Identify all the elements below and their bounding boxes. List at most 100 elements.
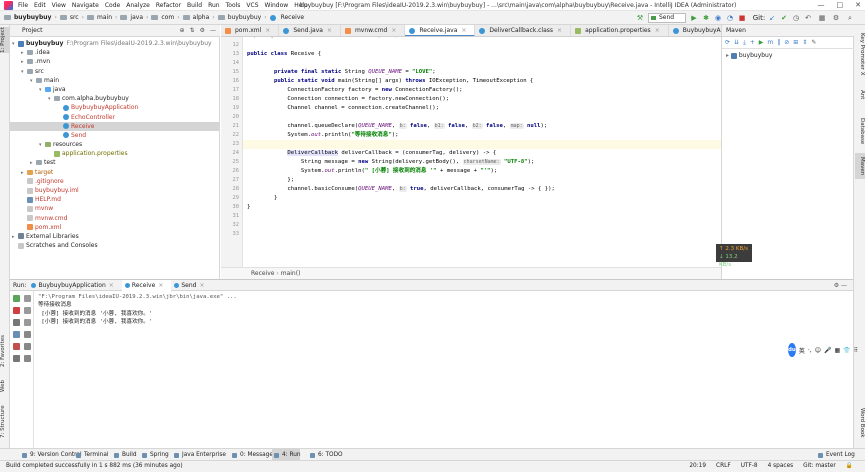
ime-menu-icon[interactable]: ⠿	[854, 347, 858, 354]
close-tab-icon[interactable]: ×	[158, 282, 163, 289]
ime-punct[interactable]: ·,	[808, 347, 812, 354]
emoji-icon[interactable]: ☺	[815, 347, 821, 354]
camera-icon[interactable]	[13, 319, 20, 326]
git-branch[interactable]: Git: master	[803, 461, 836, 472]
maximize-icon[interactable]: □	[837, 1, 844, 9]
breadcrumb-item[interactable]: java	[130, 14, 143, 21]
tree-node[interactable]: application.properties	[10, 149, 220, 158]
skip-tests-icon[interactable]: ⊘	[784, 39, 789, 46]
close-tab-icon[interactable]: ×	[327, 27, 332, 34]
menu-edit[interactable]: Edit	[34, 2, 46, 9]
editor-tab[interactable]: mvnw.cmd ×	[341, 25, 406, 36]
run-panel-gear-icon[interactable]: ⚙ —	[834, 280, 847, 291]
print-icon[interactable]	[24, 343, 31, 350]
close-tab-icon[interactable]: ×	[109, 282, 114, 289]
close-tab-icon[interactable]: ×	[557, 27, 562, 34]
settings-icon[interactable]: ⚙	[832, 14, 840, 22]
skin-icon[interactable]: 👕	[843, 347, 850, 354]
status-message[interactable]: Build completed successfully in 1 s 882 …	[6, 461, 183, 472]
restore-layout-icon[interactable]	[13, 331, 20, 338]
close-tab-icon[interactable]: ×	[391, 27, 396, 34]
tree-node[interactable]: EchoController	[10, 113, 220, 122]
menu-window[interactable]: Window	[265, 2, 289, 9]
run-icon[interactable]: ▶	[759, 39, 764, 46]
debug-icon[interactable]: ✱	[702, 14, 710, 22]
tab-structure[interactable]: 7: Structure	[0, 403, 10, 441]
soft-wrap-icon[interactable]	[24, 319, 31, 326]
tree-node[interactable]: Scratches and Consoles	[10, 241, 220, 250]
menu-file[interactable]: File	[18, 2, 28, 9]
project-structure-icon[interactable]: ▦	[818, 14, 826, 22]
tree-node[interactable]: ▸ .idea	[10, 48, 220, 57]
download-icon[interactable]: ⤓	[743, 39, 746, 47]
git-history-icon[interactable]: ◷	[792, 14, 800, 22]
editor-tab[interactable]: DeliverCallback.class ×	[475, 25, 572, 36]
tree-node[interactable]: Send	[10, 131, 220, 140]
tree-node[interactable]: ▾ buybuybuy F:\Program Files\ideaIU-2019.2…	[10, 39, 220, 48]
editor-tab[interactable]: Receive.java ×	[405, 25, 476, 36]
generate-sources-icon[interactable]: ⇊	[734, 39, 739, 46]
close-tab-icon[interactable]: ×	[265, 27, 270, 34]
menu-view[interactable]: View	[52, 2, 66, 9]
baidu-ime-logo[interactable]: du	[788, 343, 796, 357]
collapse-icon[interactable]: ⇅	[190, 25, 195, 37]
caret-position[interactable]: 20:19	[689, 461, 706, 472]
git-commit-icon[interactable]: ✔	[780, 14, 788, 22]
breadcrumb-item[interactable]: buybuybuy	[14, 14, 51, 21]
run-tab[interactable]: Send ×	[171, 280, 212, 291]
tab-key-promoter[interactable]: Key Promoter X	[855, 29, 865, 79]
up-icon[interactable]	[24, 295, 31, 302]
profile-icon[interactable]: ◔	[726, 14, 734, 22]
build-hammer-icon[interactable]: ⚒	[636, 14, 644, 22]
menu-run[interactable]: Run	[208, 2, 220, 9]
run-tab[interactable]: Receive ×	[121, 280, 172, 291]
exit-icon[interactable]	[13, 343, 20, 350]
editor-tab[interactable]: Send.java ×	[279, 25, 341, 36]
ime-lang[interactable]: 英	[799, 346, 805, 355]
tree-node[interactable]: ▾ src	[10, 67, 220, 76]
tree-node[interactable]: .gitignore	[10, 177, 220, 186]
tab-ant[interactable]: Ant	[855, 87, 865, 103]
down-icon[interactable]	[24, 307, 31, 314]
tree-node[interactable]: mvnw	[10, 204, 220, 213]
git-update-icon[interactable]: ↙	[768, 14, 776, 22]
tree-node[interactable]: ▾ resources	[10, 140, 220, 149]
tree-node[interactable]: ▸ test	[10, 158, 220, 167]
menu-navigate[interactable]: Navigate	[72, 2, 99, 9]
reimport-icon[interactable]: ⟳	[725, 39, 730, 46]
tree-node[interactable]: HELP.md	[10, 195, 220, 204]
breadcrumb-item[interactable]: main	[97, 14, 112, 21]
hide-icon[interactable]: —	[210, 25, 216, 37]
close-tab-icon[interactable]: ×	[461, 27, 466, 34]
close-tab-icon[interactable]: ×	[199, 282, 204, 289]
add-icon[interactable]: +	[750, 39, 755, 46]
run-tab[interactable]: BuybuybuyApplication ×	[28, 280, 121, 291]
project-panel-title[interactable]: Project	[22, 27, 43, 34]
tab-database[interactable]: Database	[855, 115, 865, 147]
coverage-icon[interactable]: ◉	[714, 14, 722, 22]
close-icon[interactable]: ✕	[855, 1, 861, 9]
breadcrumb-item[interactable]: buybuybuy	[228, 14, 262, 21]
collapse-all-icon[interactable]: ⇕	[802, 39, 807, 46]
maven-project[interactable]: buybuybuy	[739, 52, 773, 59]
crumb-class[interactable]: Receive	[251, 270, 275, 277]
scroll-end-icon[interactable]	[24, 331, 31, 338]
file-encoding[interactable]: UTF-8	[741, 461, 758, 472]
trash-icon[interactable]	[24, 355, 31, 362]
breadcrumb-item[interactable]: alpha	[193, 14, 210, 21]
crumb-method[interactable]: main()	[281, 270, 301, 277]
line-separator[interactable]: CRLF	[716, 461, 731, 472]
gear-icon[interactable]: ⚙	[200, 25, 205, 37]
show-dependencies-icon[interactable]: ⊞	[793, 39, 798, 46]
menu-analyze[interactable]: Analyze	[126, 2, 150, 9]
tree-node[interactable]: ▾ main	[10, 76, 220, 85]
tree-node[interactable]: ▾ com.alpha.buybuybuy	[10, 94, 220, 103]
toggle-offline-icon[interactable]: ‖	[777, 39, 780, 46]
menu-code[interactable]: Code	[105, 2, 120, 9]
menu-tools[interactable]: Tools	[226, 2, 241, 9]
locate-icon[interactable]: ⊕	[180, 25, 185, 37]
minimize-icon[interactable]: —	[818, 1, 825, 9]
tree-node[interactable]: pom.xml	[10, 223, 220, 232]
tab-favorites[interactable]: 2: Favorites	[0, 333, 10, 369]
menu-refactor[interactable]: Refactor	[156, 2, 181, 9]
